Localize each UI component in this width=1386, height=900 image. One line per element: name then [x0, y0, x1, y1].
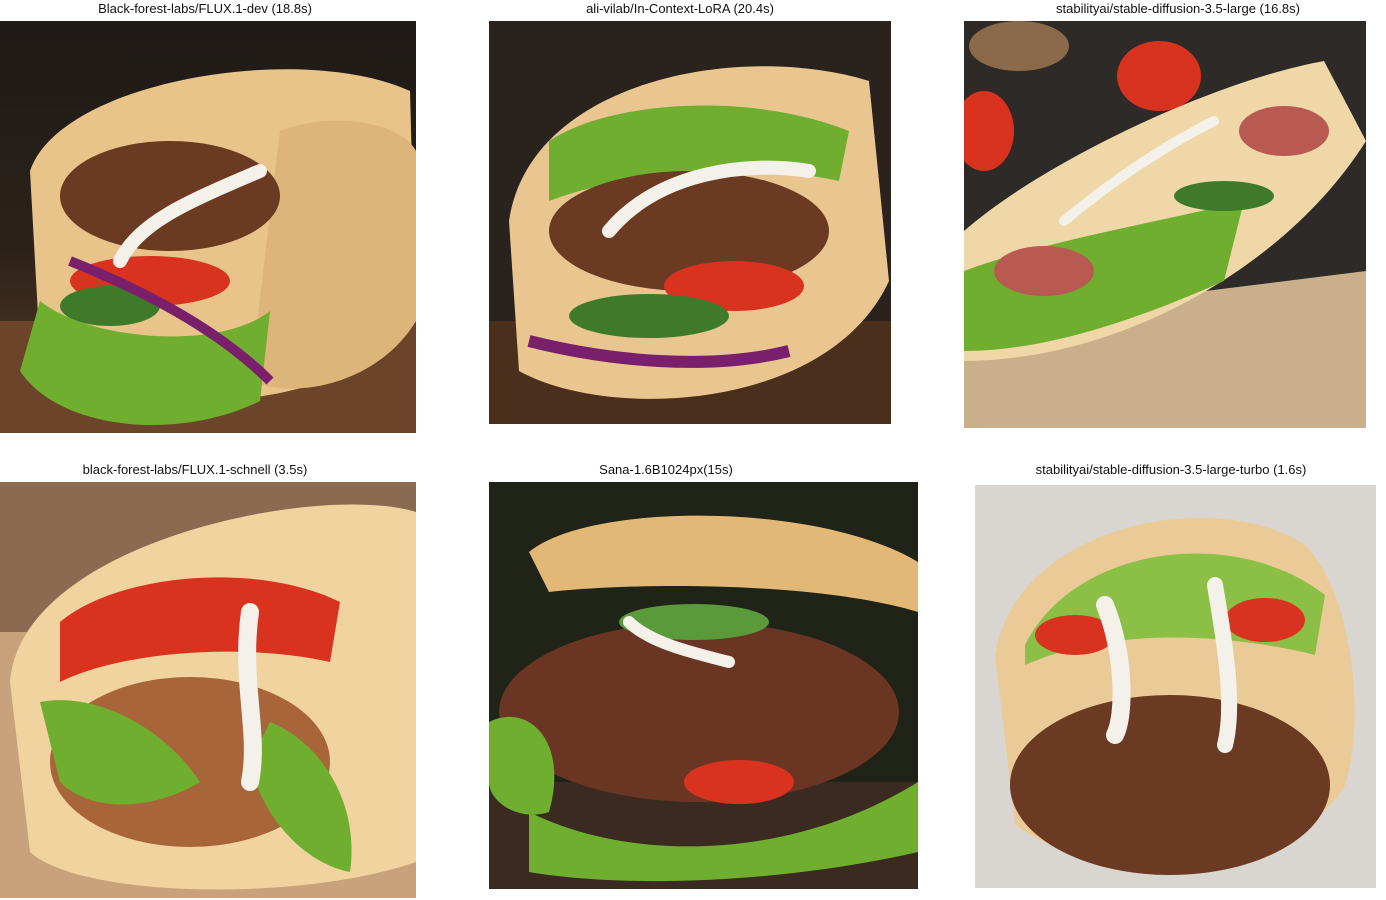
food-image-rolled-wrap [0, 482, 416, 898]
food-image-wrap [0, 21, 416, 433]
image-caption: stabilityai/stable-diffusion-3.5-large-t… [1035, 462, 1307, 477]
food-image-pita [489, 21, 891, 424]
image-caption: ali-vilab/In-Context-LoRA (20.4s) [586, 1, 774, 16]
image-caption: black-forest-labs/FLUX.1-schnell (3.5s) [82, 462, 308, 477]
food-image-pita-beef [489, 482, 918, 889]
image-caption: Black-forest-labs/FLUX.1-dev (18.8s) [98, 1, 312, 16]
image-caption: Sana-1.6B1024px(15s) [599, 462, 733, 477]
image-caption: stabilityai/stable-diffusion-3.5-large (… [1056, 1, 1300, 16]
food-image-pita-grey [975, 485, 1376, 888]
food-image-flatbread [964, 21, 1366, 428]
